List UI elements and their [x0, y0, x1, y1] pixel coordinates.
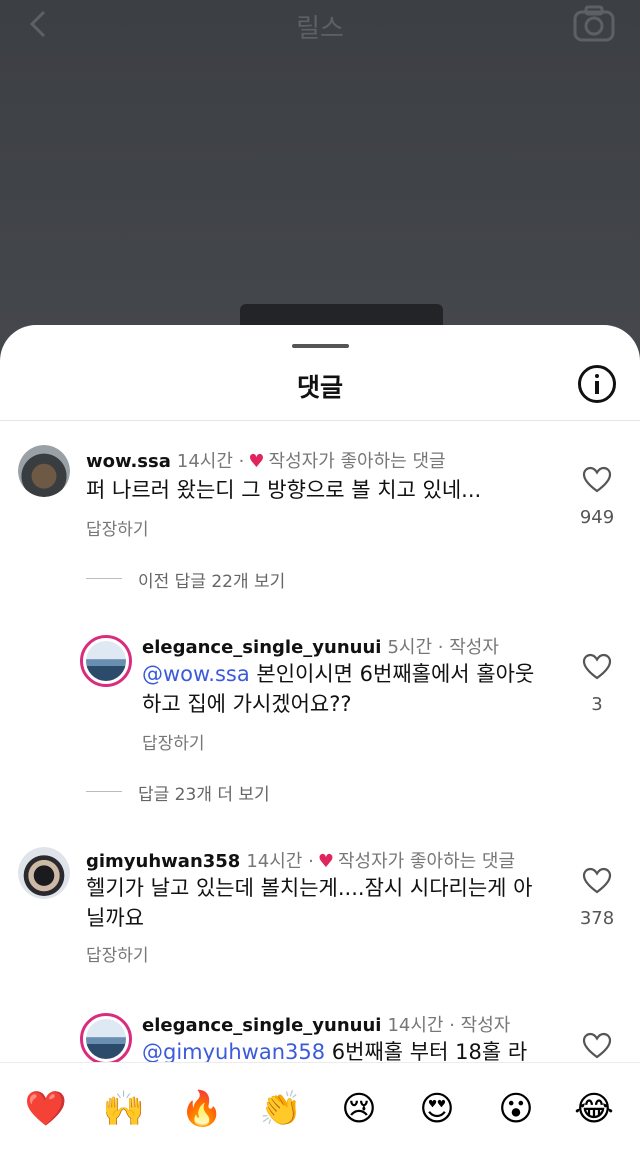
heart-icon: ♥ — [317, 851, 334, 872]
reply-time: 5시간 — [387, 637, 433, 658]
reply-button[interactable]: 답장하기 — [86, 515, 149, 540]
reels-background: 릴스 — [0, 0, 640, 380]
author-tag: 작성자 — [449, 637, 499, 658]
raising-hands-emoji[interactable]: 🙌 — [102, 1087, 146, 1131]
reply-text-line: 6번째홀 부터 18홀 라 — [325, 1040, 528, 1063]
meta-separator: · — [449, 1015, 455, 1036]
reply-item: elegance_single_yunuui 5시간 · 작성자 @wow.ssa… — [0, 633, 640, 754]
divider — [0, 420, 640, 421]
heart-outline-icon[interactable] — [582, 652, 612, 682]
sheet-title: 댓글 — [296, 373, 343, 402]
red-heart-emoji[interactable]: ❤️ — [24, 1087, 68, 1131]
reply-text: @gimyuhwan358 6번째홀 부터 18홀 라 — [142, 1037, 527, 1063]
liked-by-author-badge: 작성자가 좋아하는 댓글 — [268, 451, 446, 472]
reply-username[interactable]: elegance_single_yunuui — [142, 1015, 381, 1036]
author-tag: 작성자 — [460, 1015, 511, 1036]
divider — [86, 791, 122, 792]
reply-meta: elegance_single_yunuui 14시간 · 작성자 — [142, 1011, 510, 1037]
surprised-face-emoji[interactable]: 😮 — [494, 1087, 538, 1131]
comment-item: wow.ssa 14시간 · ♥ 작성자가 좋아하는 댓글 퍼 나르러 왔는디 그 방… — [0, 445, 640, 545]
fire-emoji[interactable]: 🔥 — [180, 1087, 224, 1131]
meta-separator: · — [238, 451, 245, 472]
view-previous-replies[interactable]: 이전 답글 22개 보기 — [138, 567, 285, 592]
comment-meta: gimyuhwan358 14시간 · ♥ 작성자가 좋아하는 댓글 — [86, 847, 515, 873]
tears-of-joy-emoji[interactable]: 😂 — [572, 1087, 616, 1131]
comment-username[interactable]: gimyuhwan358 — [86, 851, 240, 872]
info-icon[interactable] — [578, 365, 616, 403]
view-more-replies[interactable]: 답글 23개 더 보기 — [138, 780, 270, 805]
comment-text: 퍼 나르러 왔는디 그 방향으로 볼 치고 있네... — [86, 478, 482, 502]
comment-time: 14시간 — [246, 851, 303, 872]
reply-text-line: 본인이시면 6번째홀에서 홀아웃 — [249, 662, 535, 686]
like-count: 949 — [579, 507, 615, 528]
avatar[interactable] — [80, 635, 132, 687]
reply-text: @wow.ssa 본인이시면 6번째홀에서 홀아웃 하고 집에 가시겠어요?? — [142, 659, 534, 719]
divider — [86, 578, 122, 579]
heart-eyes-emoji[interactable]: 😍 — [415, 1087, 459, 1131]
comment-meta: wow.ssa 14시간 · ♥ 작성자가 좋아하는 댓글 — [86, 447, 446, 473]
heart-outline-icon[interactable] — [582, 1031, 612, 1061]
comment-item: gimyuhwan358 14시간 · ♥ 작성자가 좋아하는 댓글 헬기가 날고 있… — [0, 847, 640, 967]
mention-link[interactable]: @wow.ssa — [142, 662, 250, 686]
avatar[interactable] — [18, 445, 70, 497]
comment-time: 14시간 — [176, 451, 233, 472]
camera-icon[interactable] — [572, 4, 616, 44]
meta-separator: · — [308, 851, 314, 872]
comment-text-line: 닐까요 — [86, 906, 144, 930]
reply-item: elegance_single_yunuui 14시간 · 작성자 @gimyuh… — [0, 1011, 640, 1063]
crying-face-emoji[interactable]: 😢 — [337, 1087, 381, 1131]
comment-text-line: 헬기가 날고 있는데 볼치는게....잠시 시다리는게 아 — [86, 876, 533, 900]
reply-text-line: 하고 집에 가시겠어요?? — [142, 692, 352, 716]
heart-outline-icon[interactable] — [582, 465, 612, 495]
reply-meta: elegance_single_yunuui 5시간 · 작성자 — [142, 633, 499, 659]
reply-time: 14시간 — [387, 1015, 444, 1036]
page-title: 릴스 — [296, 14, 344, 44]
meta-separator: · — [437, 637, 444, 658]
avatar[interactable] — [80, 1013, 132, 1063]
emoji-reaction-bar: ❤️ 🙌 🔥 👏 😢 😍 😮 😂 — [0, 1062, 640, 1151]
reply-username[interactable]: elegance_single_yunuui — [142, 637, 381, 658]
comments-sheet: 댓글 wow.ssa 14시간 · ♥ 작성자가 좋아하는 댓글 퍼 나르러 왔는디 … — [0, 325, 640, 1151]
reply-button[interactable]: 답장하기 — [142, 729, 205, 754]
comment-text: 헬기가 날고 있는데 볼치는게....잠시 시다리는게 아 닐까요 — [86, 873, 532, 933]
liked-by-author-badge: 작성자가 좋아하는 댓글 — [337, 851, 516, 872]
like-count: 3 — [591, 694, 603, 715]
sheet-drag-handle[interactable] — [292, 344, 349, 348]
heart-icon: ♥ — [248, 451, 265, 472]
mention-link[interactable]: @gimyuhwan358 — [142, 1040, 325, 1063]
heart-outline-icon[interactable] — [582, 866, 612, 896]
clapping-hands-emoji[interactable]: 👏 — [259, 1087, 303, 1131]
avatar[interactable] — [18, 847, 70, 899]
comment-username[interactable]: wow.ssa — [86, 451, 171, 472]
reply-button[interactable]: 답장하기 — [86, 941, 149, 966]
like-count: 378 — [579, 908, 615, 929]
